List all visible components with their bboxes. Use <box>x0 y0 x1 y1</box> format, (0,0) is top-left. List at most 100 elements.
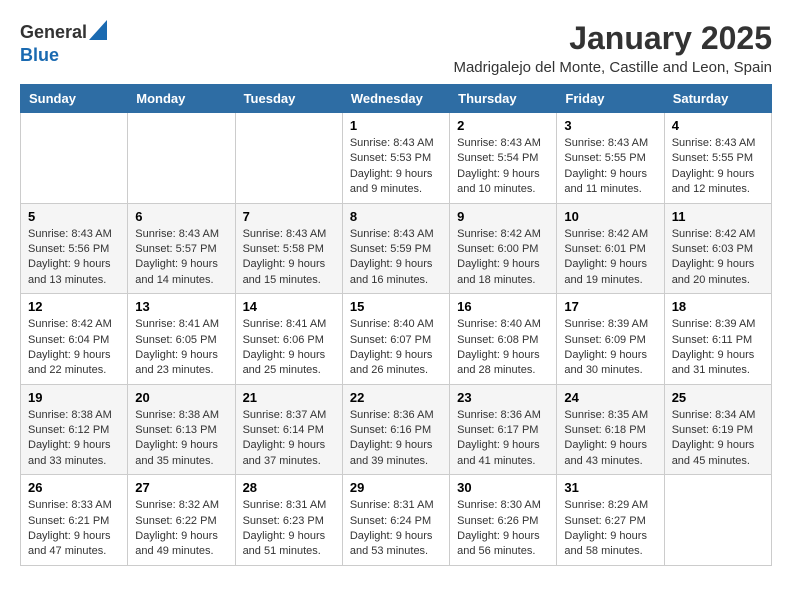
cell-date-number: 4 <box>672 118 764 133</box>
calendar-cell <box>664 475 771 566</box>
cell-date-number: 8 <box>350 209 442 224</box>
cell-date-number: 7 <box>243 209 335 224</box>
weekday-header-friday: Friday <box>557 85 664 113</box>
cell-date-number: 22 <box>350 390 442 405</box>
cell-date-number: 13 <box>135 299 227 314</box>
cell-date-number: 17 <box>564 299 656 314</box>
cell-date-number: 24 <box>564 390 656 405</box>
calendar-cell: 11Sunrise: 8:42 AM Sunset: 6:03 PM Dayli… <box>664 203 771 294</box>
calendar-week-row: 1 Sunrise: 8:43 AM Sunset: 5:53 PM Daylig… <box>21 113 772 204</box>
calendar-cell: 12 Sunrise: 8:42 AM Sunset: 6:04 PM Dayli… <box>21 294 128 385</box>
cell-info-text: Sunrise: 8:29 AM Sunset: 6:27 PM Dayligh… <box>564 498 656 560</box>
calendar-table: SundayMondayTuesdayWednesdayThursdayFrid… <box>20 84 772 566</box>
cell-info-text: Sunrise: 8:35 AM Sunset: 6:18 PM Dayligh… <box>564 408 656 470</box>
cell-date-number: 28 <box>243 480 335 495</box>
cell-info-text: Sunrise: 8:41 AM Sunset: 6:05 PM Dayligh… <box>135 317 227 379</box>
cell-date-number: 18 <box>672 299 764 314</box>
cell-info-text: Sunrise: 8:40 AM Sunset: 6:07 PM Dayligh… <box>350 317 442 379</box>
cell-date-number: 20 <box>135 390 227 405</box>
cell-date-number: 25 <box>672 390 764 405</box>
cell-info-text: Sunrise: 8:41 AM Sunset: 6:06 PM Dayligh… <box>243 317 335 379</box>
calendar-cell: 26 Sunrise: 8:33 AM Sunset: 6:21 PM Dayli… <box>21 475 128 566</box>
subtitle: Madrigalejo del Monte, Castille and Leon… <box>453 59 772 76</box>
cell-info-text: Sunrise: 8:38 AM Sunset: 6:13 PM Dayligh… <box>135 408 227 470</box>
calendar-cell: 10 Sunrise: 8:42 AM Sunset: 6:01 PM Dayli… <box>557 203 664 294</box>
cell-date-number: 19 <box>28 390 120 405</box>
cell-info-text: Sunrise: 8:43 AM Sunset: 5:55 PM Dayligh… <box>564 136 656 198</box>
cell-info-text: Sunrise: 8:39 AM Sunset: 6:09 PM Dayligh… <box>564 317 656 379</box>
calendar-cell: 7 Sunrise: 8:43 AM Sunset: 5:58 PM Daylig… <box>235 203 342 294</box>
cell-info-text: Sunrise: 8:42 AM Sunset: 6:03 PM Dayligh… <box>672 227 764 289</box>
calendar-cell: 4 Sunrise: 8:43 AM Sunset: 5:55 PM Daylig… <box>664 113 771 204</box>
cell-info-text: Sunrise: 8:31 AM Sunset: 6:24 PM Dayligh… <box>350 498 442 560</box>
cell-info-text: Sunrise: 8:43 AM Sunset: 5:58 PM Dayligh… <box>243 227 335 289</box>
cell-info-text: Sunrise: 8:37 AM Sunset: 6:14 PM Dayligh… <box>243 408 335 470</box>
cell-info-text: Sunrise: 8:31 AM Sunset: 6:23 PM Dayligh… <box>243 498 335 560</box>
calendar-cell: 17 Sunrise: 8:39 AM Sunset: 6:09 PM Dayli… <box>557 294 664 385</box>
cell-info-text: Sunrise: 8:43 AM Sunset: 5:56 PM Dayligh… <box>28 227 120 289</box>
calendar-cell: 16 Sunrise: 8:40 AM Sunset: 6:08 PM Dayli… <box>450 294 557 385</box>
cell-date-number: 3 <box>564 118 656 133</box>
cell-date-number: 16 <box>457 299 549 314</box>
cell-date-number: 15 <box>350 299 442 314</box>
title-section: January 2025 Madrigalejo del Monte, Cast… <box>453 20 772 76</box>
cell-info-text: Sunrise: 8:34 AM Sunset: 6:19 PM Dayligh… <box>672 408 764 470</box>
calendar-cell: 23Sunrise: 8:36 AM Sunset: 6:17 PM Dayli… <box>450 384 557 475</box>
cell-info-text: Sunrise: 8:43 AM Sunset: 5:59 PM Dayligh… <box>350 227 442 289</box>
calendar-cell: 2 Sunrise: 8:43 AM Sunset: 5:54 PM Daylig… <box>450 113 557 204</box>
calendar-week-row: 26 Sunrise: 8:33 AM Sunset: 6:21 PM Dayli… <box>21 475 772 566</box>
cell-date-number: 26 <box>28 480 120 495</box>
weekday-header-saturday: Saturday <box>664 85 771 113</box>
calendar-cell: 3 Sunrise: 8:43 AM Sunset: 5:55 PM Daylig… <box>557 113 664 204</box>
calendar-cell: 8 Sunrise: 8:43 AM Sunset: 5:59 PM Daylig… <box>342 203 449 294</box>
cell-date-number: 10 <box>564 209 656 224</box>
logo-blue: Blue <box>20 45 59 65</box>
cell-date-number: 9 <box>457 209 549 224</box>
calendar-cell: 22 Sunrise: 8:36 AM Sunset: 6:16 PM Dayli… <box>342 384 449 475</box>
calendar-cell: 24 Sunrise: 8:35 AM Sunset: 6:18 PM Dayli… <box>557 384 664 475</box>
main-title: January 2025 <box>453 20 772 57</box>
calendar-header-row: SundayMondayTuesdayWednesdayThursdayFrid… <box>21 85 772 113</box>
cell-info-text: Sunrise: 8:42 AM Sunset: 6:04 PM Dayligh… <box>28 317 120 379</box>
weekday-header-sunday: Sunday <box>21 85 128 113</box>
cell-info-text: Sunrise: 8:40 AM Sunset: 6:08 PM Dayligh… <box>457 317 549 379</box>
cell-date-number: 29 <box>350 480 442 495</box>
cell-date-number: 27 <box>135 480 227 495</box>
cell-date-number: 21 <box>243 390 335 405</box>
cell-info-text: Sunrise: 8:42 AM Sunset: 6:00 PM Dayligh… <box>457 227 549 289</box>
calendar-cell: 5Sunrise: 8:43 AM Sunset: 5:56 PM Daylig… <box>21 203 128 294</box>
calendar-cell: 25 Sunrise: 8:34 AM Sunset: 6:19 PM Dayli… <box>664 384 771 475</box>
cell-date-number: 30 <box>457 480 549 495</box>
calendar-cell: 28 Sunrise: 8:31 AM Sunset: 6:23 PM Dayli… <box>235 475 342 566</box>
cell-info-text: Sunrise: 8:33 AM Sunset: 6:21 PM Dayligh… <box>28 498 120 560</box>
cell-info-text: Sunrise: 8:43 AM Sunset: 5:57 PM Dayligh… <box>135 227 227 289</box>
cell-info-text: Sunrise: 8:43 AM Sunset: 5:53 PM Dayligh… <box>350 136 442 198</box>
cell-date-number: 6 <box>135 209 227 224</box>
cell-date-number: 14 <box>243 299 335 314</box>
cell-info-text: Sunrise: 8:43 AM Sunset: 5:54 PM Dayligh… <box>457 136 549 198</box>
header: General Blue January 2025 Madrigalejo de… <box>20 20 772 76</box>
calendar-week-row: 12 Sunrise: 8:42 AM Sunset: 6:04 PM Dayli… <box>21 294 772 385</box>
cell-info-text: Sunrise: 8:38 AM Sunset: 6:12 PM Dayligh… <box>28 408 120 470</box>
cell-date-number: 12 <box>28 299 120 314</box>
cell-info-text: Sunrise: 8:39 AM Sunset: 6:11 PM Dayligh… <box>672 317 764 379</box>
calendar-cell: 30 Sunrise: 8:30 AM Sunset: 6:26 PM Dayli… <box>450 475 557 566</box>
weekday-header-tuesday: Tuesday <box>235 85 342 113</box>
calendar-week-row: 19 Sunrise: 8:38 AM Sunset: 6:12 PM Dayli… <box>21 384 772 475</box>
logo-icon <box>89 20 107 45</box>
calendar-cell: 6 Sunrise: 8:43 AM Sunset: 5:57 PM Daylig… <box>128 203 235 294</box>
calendar-cell: 21 Sunrise: 8:37 AM Sunset: 6:14 PM Dayli… <box>235 384 342 475</box>
logo-general: General <box>20 22 87 43</box>
cell-info-text: Sunrise: 8:42 AM Sunset: 6:01 PM Dayligh… <box>564 227 656 289</box>
calendar-cell: 13 Sunrise: 8:41 AM Sunset: 6:05 PM Dayli… <box>128 294 235 385</box>
cell-info-text: Sunrise: 8:36 AM Sunset: 6:16 PM Dayligh… <box>350 408 442 470</box>
calendar-cell: 31 Sunrise: 8:29 AM Sunset: 6:27 PM Dayli… <box>557 475 664 566</box>
calendar-cell: 9 Sunrise: 8:42 AM Sunset: 6:00 PM Daylig… <box>450 203 557 294</box>
calendar-cell <box>128 113 235 204</box>
cell-info-text: Sunrise: 8:30 AM Sunset: 6:26 PM Dayligh… <box>457 498 549 560</box>
cell-info-text: Sunrise: 8:43 AM Sunset: 5:55 PM Dayligh… <box>672 136 764 198</box>
cell-date-number: 2 <box>457 118 549 133</box>
cell-date-number: 31 <box>564 480 656 495</box>
cell-date-number: 1 <box>350 118 442 133</box>
calendar-cell: 27Sunrise: 8:32 AM Sunset: 6:22 PM Dayli… <box>128 475 235 566</box>
